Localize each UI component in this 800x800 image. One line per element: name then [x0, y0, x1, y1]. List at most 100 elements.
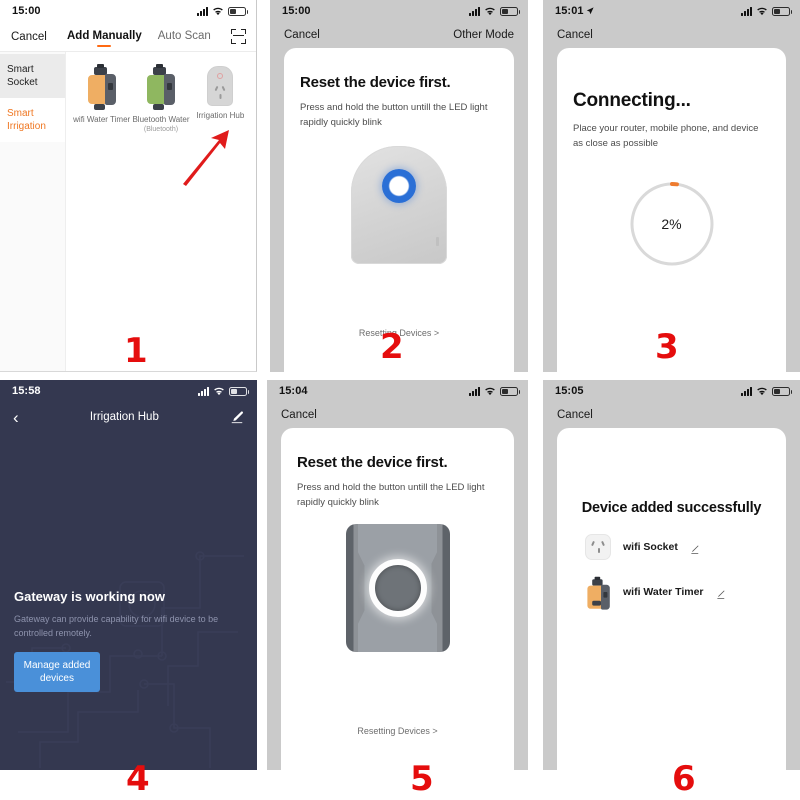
wifi-icon — [484, 387, 496, 396]
irrigation-hub-icon — [207, 66, 234, 106]
device-card-wifi-water-timer[interactable]: wifi Water Timer — [72, 64, 131, 125]
sidebar-item-smart-socket[interactable]: Smart Socket — [0, 54, 65, 98]
sidebar-item-smart-irrigation[interactable]: Smart Irrigation — [0, 98, 65, 142]
status-icons — [198, 386, 249, 396]
device-label-sub: (Bluetooth) — [143, 126, 179, 133]
status-bar: 15:04 — [267, 380, 528, 402]
tab-add-manually[interactable]: Add Manually — [67, 30, 142, 44]
pencil-icon[interactable] — [690, 542, 701, 554]
tab-auto-scan[interactable]: Auto Scan — [158, 30, 211, 44]
step-number: 3 — [655, 327, 679, 367]
device-illustration-timer — [345, 524, 450, 652]
cancel-button[interactable]: Cancel — [281, 409, 317, 421]
status-bar: 15:00 — [270, 0, 528, 22]
scan-icon[interactable] — [231, 29, 246, 44]
signal-icon — [469, 386, 480, 396]
signal-icon — [197, 6, 208, 16]
battery-icon — [229, 386, 249, 396]
progress-ring: 2% — [628, 180, 716, 268]
panel-reset-device-timer: 15:04 Cancel Reset the device first. Pre… — [267, 380, 528, 770]
device-name: wifi Water Timer — [623, 586, 704, 598]
signal-icon — [741, 6, 752, 16]
cancel-button[interactable]: Cancel — [557, 29, 593, 41]
device-label: wifi Water Timer — [73, 115, 131, 124]
content-card: Reset the device first. Press and hold t… — [284, 48, 514, 372]
wifi-icon — [756, 387, 768, 396]
status-bar: 15:01 — [543, 0, 800, 22]
status-icons — [741, 386, 792, 396]
gateway-heading: Gateway is working now — [14, 589, 165, 604]
led-ring-icon — [382, 169, 416, 203]
gateway-hero: Gateway is working now Gateway can provi… — [0, 432, 257, 770]
water-timer-orange-icon — [585, 576, 610, 610]
cancel-button[interactable]: Cancel — [11, 31, 47, 43]
signal-icon — [741, 386, 752, 396]
wifi-icon — [484, 7, 496, 16]
wifi-icon — [212, 7, 224, 16]
device-grid: wifi Water Timer Bluetooth Water (Blueto… — [66, 52, 256, 371]
progress-percent-label: 2% — [661, 216, 682, 232]
back-chevron-icon[interactable]: ‹ — [13, 409, 19, 426]
pencil-icon[interactable] — [230, 410, 244, 424]
category-sidebar: Smart Socket Smart Irrigation — [0, 52, 66, 371]
device-card-bluetooth-water[interactable]: Bluetooth Water (Bluetooth) — [131, 64, 190, 135]
resetting-devices-link[interactable]: Resetting Devices > — [281, 726, 514, 736]
card-title: Device added successfully — [581, 500, 762, 516]
tab-bar: Add Manually Auto Scan — [47, 30, 231, 44]
panel-add-device: 15:00 Cancel Add Manually Auto Scan Smar… — [0, 0, 257, 372]
status-icons — [197, 6, 248, 16]
battery-icon — [500, 6, 520, 16]
location-arrow-icon — [586, 7, 594, 15]
manage-added-devices-button[interactable]: Manage added devices — [14, 652, 100, 692]
battery-icon — [772, 6, 792, 16]
status-time: 15:05 — [555, 385, 584, 397]
status-time: 15:58 — [12, 385, 41, 397]
top-nav: Cancel — [267, 402, 528, 428]
cancel-button[interactable]: Cancel — [557, 409, 593, 421]
cancel-button[interactable]: Cancel — [284, 29, 320, 41]
top-nav: Cancel Add Manually Auto Scan — [0, 22, 256, 52]
gateway-copy: Gateway is working now Gateway can provi… — [14, 589, 243, 692]
content-card: Device added successfully wifi Socket wi… — [557, 428, 786, 770]
list-item[interactable]: wifi Water Timer — [585, 575, 770, 610]
pencil-icon[interactable] — [716, 587, 727, 599]
device-name: wifi Socket — [623, 541, 678, 553]
device-card-irrigation-hub[interactable]: Irrigation Hub — [191, 66, 250, 121]
gateway-subtext: Gateway can provide capability for wifi … — [14, 614, 219, 638]
step-number: 6 — [672, 759, 696, 799]
panel-gateway-working: 15:58 ‹ Irrigation Hub Gateway is workin… — [0, 380, 257, 770]
device-label: Irrigation Hub — [196, 111, 245, 120]
card-title: Reset the device first. — [300, 74, 451, 91]
content-card: Reset the device first. Press and hold t… — [281, 428, 514, 770]
water-timer-orange-icon — [85, 64, 119, 110]
signal-icon — [469, 6, 480, 16]
status-bar: 15:58 — [0, 380, 257, 402]
device-illustration-hub — [351, 146, 447, 264]
card-body-text: Press and hold the button untill the LED… — [297, 482, 485, 508]
card-body-text: Place your router, mobile phone, and dev… — [573, 123, 759, 149]
battery-icon — [500, 386, 520, 396]
picker-body: Smart Socket Smart Irrigation wifi Water… — [0, 52, 256, 371]
battery-icon — [772, 386, 792, 396]
top-nav: Cancel — [543, 22, 800, 48]
step-number: 2 — [380, 327, 404, 367]
card-body-text: Press and hold the button untill the LED… — [300, 102, 488, 128]
list-item[interactable]: wifi Socket — [585, 534, 770, 560]
water-timer-green-icon — [144, 64, 178, 110]
step-number: 4 — [126, 759, 150, 799]
status-bar: 15:00 — [0, 0, 256, 22]
screenshot-grid: 15:00 Cancel Add Manually Auto Scan Smar… — [0, 0, 800, 800]
step-number: 1 — [124, 331, 148, 371]
panel-connecting: 15:01 Cancel Connecting... Place your ro… — [543, 0, 800, 372]
status-time-text: 15:01 — [555, 5, 584, 17]
content-card: Connecting... Place your router, mobile … — [557, 48, 786, 372]
card-title: Connecting... — [573, 90, 691, 111]
page-title: Irrigation Hub — [89, 411, 159, 423]
step-number: 5 — [410, 759, 434, 799]
status-icons — [469, 6, 520, 16]
device-label: Bluetooth Water (Bluetooth) — [132, 115, 189, 135]
panel-reset-device-hub: 15:00 Cancel Other Mode Reset the device… — [270, 0, 528, 372]
device-label-text: Bluetooth Water — [132, 115, 190, 124]
other-mode-button[interactable]: Other Mode — [453, 29, 514, 41]
socket-icon — [585, 534, 611, 560]
